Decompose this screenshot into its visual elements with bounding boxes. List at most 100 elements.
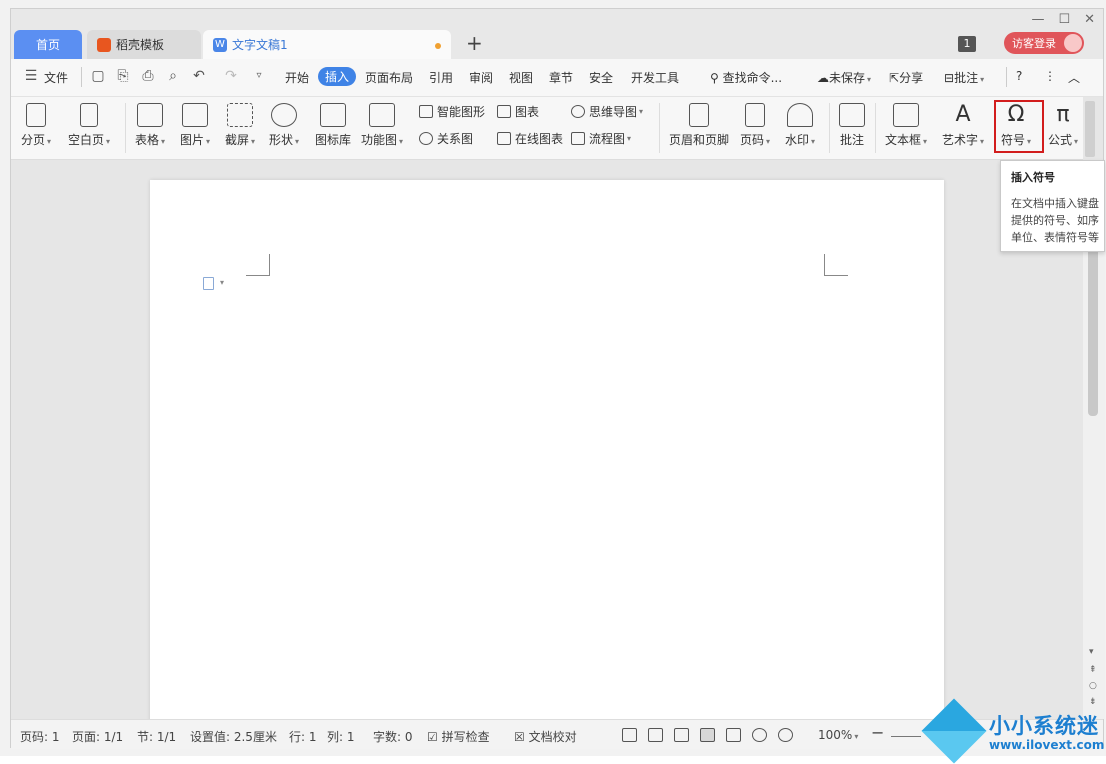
chart-button[interactable]: 图表	[497, 103, 539, 120]
help-button[interactable]: ?	[1016, 69, 1022, 83]
chevron-down-icon[interactable]: ▾	[220, 278, 224, 287]
menu-page-layout[interactable]: 页面布局	[365, 69, 413, 86]
word-art-button[interactable]: A 艺术字 ▾	[942, 103, 984, 148]
symbol-tooltip: 插入符号 在文档中插入键盘 提供的符号、如序 单位、表情符号等	[1000, 160, 1105, 252]
scroll-down-icon[interactable]: ▾	[1089, 647, 1094, 657]
annotation-icon	[839, 103, 865, 127]
icon-library-button[interactable]: 图标库	[315, 103, 351, 148]
formula-button[interactable]: π 公式 ▾	[1048, 103, 1078, 148]
avatar	[1064, 34, 1082, 52]
page-break-icon	[26, 103, 47, 127]
relation-chart-button[interactable]: 关系图	[419, 130, 473, 147]
online-chart-button[interactable]: 在线图表	[497, 130, 563, 147]
more-menu-button[interactable]: ⋮	[1044, 69, 1056, 83]
annotation-button[interactable]: 批注	[839, 103, 865, 148]
document-page[interactable]: ▾	[150, 180, 944, 725]
function-chart-button[interactable]: 功能图 ▾	[361, 103, 403, 148]
screenshot-icon	[227, 103, 254, 127]
menu-references[interactable]: 引用	[429, 69, 453, 86]
share-button[interactable]: ⇱分享	[889, 69, 923, 86]
divider	[125, 103, 126, 153]
page-number-button[interactable]: 页码 ▾	[740, 103, 770, 148]
page-number-label: 页码	[740, 133, 765, 147]
status-row[interactable]: 行: 1	[289, 728, 317, 745]
maximize-button[interactable]: ☐	[1058, 12, 1070, 27]
status-section[interactable]: 节: 1/1	[137, 728, 176, 745]
smart-shape-button[interactable]: 智能图形	[419, 103, 485, 120]
watermark-button[interactable]: 水印 ▾	[785, 103, 815, 148]
mind-map-button[interactable]: 思维导图 ▾	[571, 103, 643, 120]
edit-pen-icon[interactable]	[674, 728, 689, 742]
page-view-icon[interactable]	[700, 728, 715, 742]
fullscreen-icon[interactable]	[622, 728, 637, 742]
customize-toolbar-icon[interactable]: ▿	[251, 68, 267, 84]
menu-view[interactable]: 视图	[509, 69, 533, 86]
format-painter-icon[interactable]: ⎘	[115, 68, 131, 84]
status-pages[interactable]: 页面: 1/1	[72, 728, 123, 745]
screenshot-button[interactable]: 截屏 ▾	[225, 103, 255, 148]
document-icon[interactable]	[203, 277, 214, 290]
hamburger-icon[interactable]: ☰	[23, 68, 39, 84]
menu-security[interactable]: 安全	[589, 69, 613, 86]
status-col[interactable]: 列: 1	[327, 728, 355, 745]
chevron-down-icon: ▾	[161, 137, 166, 146]
tab-document-label: 文字文稿1	[232, 38, 288, 52]
chevron-down-icon: ▾	[980, 137, 985, 146]
undo-icon[interactable]: ↶	[191, 68, 207, 84]
blank-page-button[interactable]: 空白页 ▾	[68, 103, 110, 148]
page-break-button[interactable]: 分页 ▾	[21, 103, 51, 148]
print-icon[interactable]: ⎙	[140, 68, 156, 84]
zoom-level[interactable]: 100% ▾	[818, 728, 858, 742]
doc-proof-button[interactable]: ☒ 文档校对	[514, 728, 577, 745]
status-page-num[interactable]: 页码: 1	[20, 728, 60, 745]
page-break-label: 分页	[21, 133, 46, 147]
tab-template[interactable]: 稻壳模板	[87, 30, 201, 59]
zoom-out-button[interactable]: −	[871, 723, 884, 742]
collapse-ribbon-icon[interactable]: ︿	[1068, 69, 1080, 86]
menu-developer[interactable]: 开发工具	[631, 69, 679, 86]
tab-document[interactable]: W 文字文稿1	[203, 30, 451, 59]
guest-login-button[interactable]: 访客登录	[1004, 32, 1084, 54]
picture-button[interactable]: 图片 ▾	[180, 103, 210, 148]
header-footer-button[interactable]: 页眉和页脚	[669, 103, 729, 148]
text-box-label: 文本框	[885, 133, 922, 147]
tab-home[interactable]: 首页	[14, 30, 82, 59]
menu-review[interactable]: 审阅	[469, 69, 493, 86]
watermark-label: 水印	[785, 133, 810, 147]
relation-chart-label: 关系图	[437, 132, 474, 146]
outline-view-icon[interactable]	[726, 728, 741, 742]
guest-login-label: 访客登录	[1012, 37, 1056, 50]
flowchart-button[interactable]: 流程图 ▾	[571, 130, 631, 147]
comment-menu-button[interactable]: ⊟批注 ▾	[944, 69, 984, 86]
chevron-down-icon: ▾	[854, 732, 859, 741]
minimize-button[interactable]: —	[1031, 12, 1044, 27]
window-counter-badge[interactable]: 1	[958, 36, 976, 52]
shape-button[interactable]: 形状 ▾	[269, 103, 299, 148]
save-icon[interactable]: ▢	[90, 68, 106, 84]
spell-check-button[interactable]: ☑ 拼写检查	[427, 728, 490, 745]
redo-icon[interactable]: ↷	[223, 68, 239, 84]
select-browse-icon[interactable]: ○	[1089, 681, 1097, 691]
zoom-slider[interactable]	[891, 736, 921, 737]
margin-corner-left	[246, 254, 270, 276]
prev-page-icon[interactable]: ⇞	[1089, 665, 1097, 675]
eye-protection-icon[interactable]	[778, 728, 793, 742]
print-preview-icon[interactable]: ⌕	[165, 68, 181, 84]
ribbon-scroll-right[interactable]	[1085, 101, 1095, 157]
menu-file[interactable]: 文件	[44, 69, 68, 86]
close-button[interactable]: ✕	[1084, 12, 1095, 27]
unsaved-status[interactable]: ☁未保存 ▾	[817, 69, 871, 86]
reading-mode-icon[interactable]	[648, 728, 663, 742]
status-setting[interactable]: 设置值: 2.5厘米	[190, 728, 277, 745]
picture-label: 图片	[180, 133, 205, 147]
wps-window: 首页 稻壳模板 W 文字文稿1 + — ☐ ✕ 1 访客登录 ☰ 文件 ▢ ⎘ ⎙…	[10, 8, 1105, 764]
menu-home[interactable]: 开始	[285, 69, 309, 86]
status-word-count[interactable]: 字数: 0	[373, 728, 413, 745]
new-tab-button[interactable]: +	[466, 31, 483, 55]
web-view-icon[interactable]	[752, 728, 767, 742]
table-button[interactable]: 表格 ▾	[135, 103, 165, 148]
search-command[interactable]: ⚲ 查找命令...	[710, 69, 782, 86]
text-box-button[interactable]: 文本框 ▾	[885, 103, 927, 148]
menu-chapter[interactable]: 章节	[549, 69, 573, 86]
menu-insert[interactable]: 插入	[318, 67, 357, 86]
